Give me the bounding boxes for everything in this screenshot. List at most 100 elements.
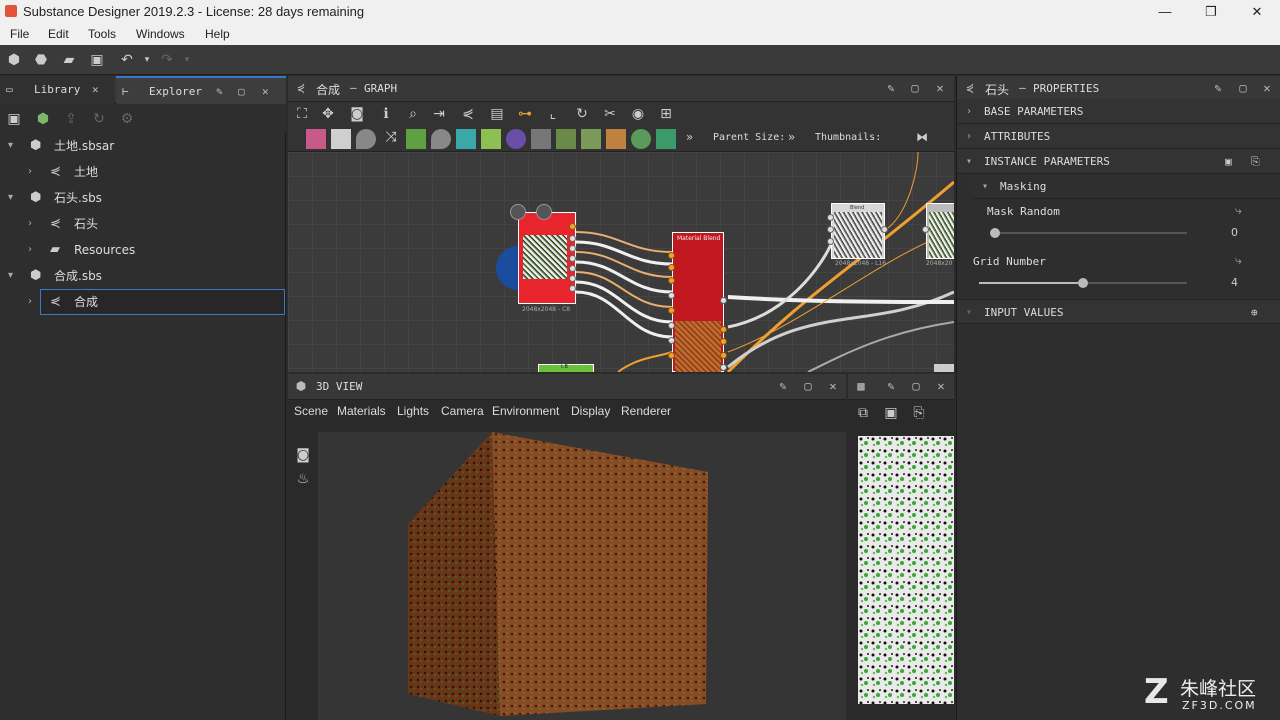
publish-icon[interactable]: ⬢ — [34, 110, 52, 128]
maximize-icon[interactable]: ▢ — [801, 379, 815, 393]
frame-icon[interactable]: ⧉ — [854, 404, 872, 422]
search-icon[interactable]: ⌕ — [404, 105, 422, 123]
settings-icon[interactable]: ⚙ — [118, 110, 136, 128]
undo-dropdown-icon[interactable]: ▾ — [138, 51, 156, 69]
output-port[interactable] — [569, 275, 576, 282]
value-processor-icon[interactable] — [606, 129, 626, 149]
menu-tools[interactable]: Tools — [88, 27, 116, 41]
close-icon[interactable]: ✕ — [933, 81, 947, 95]
green-node[interactable]: t.B — [538, 364, 594, 372]
param-value[interactable]: 0 — [1231, 226, 1238, 239]
curve-icon[interactable] — [506, 129, 526, 149]
parent-size-more-icon[interactable]: » — [788, 130, 795, 144]
chevron-right-icon[interactable]: › — [28, 211, 32, 237]
output-port[interactable] — [569, 235, 576, 242]
connector-icon[interactable]: ⌞ — [544, 105, 562, 123]
chevron-down-icon[interactable]: ▾ — [966, 149, 972, 174]
camera-icon[interactable]: ◙ — [294, 446, 312, 464]
redo-icon[interactable]: ↷ — [158, 51, 176, 69]
output-node[interactable] — [926, 203, 954, 259]
pin-icon[interactable]: ✎ — [884, 379, 898, 393]
3d-menu-renderer[interactable]: Renderer — [621, 404, 671, 418]
output-port[interactable] — [720, 297, 727, 304]
light-bulb-icon[interactable]: ♨ — [294, 470, 312, 488]
tree-item-package[interactable]: ▾ ⬢ 合成.sbs — [0, 263, 286, 289]
section-instance-parameters[interactable]: ▾ INSTANCE PARAMETERS ▣ ⎘ — [957, 149, 1280, 174]
new-graph-icon[interactable]: ⬣ — [32, 51, 50, 69]
section-input-values[interactable]: ▾ INPUT VALUES ⊕ — [957, 299, 1280, 324]
chevron-right-icon[interactable]: › — [966, 124, 972, 149]
tree-item-package[interactable]: ▾ ⬢ 石头.sbs — [0, 185, 286, 211]
tree-item-graph[interactable]: › ⋞ 土地 — [0, 159, 286, 185]
chevron-right-icon[interactable]: › — [28, 289, 32, 315]
input-port[interactable] — [668, 264, 675, 271]
tree-item-graph-selected[interactable]: › ⋞ 合成 — [0, 289, 286, 315]
tab-explorer[interactable]: ⊢ Explorer ✎ ▢ ✕ — [116, 76, 286, 104]
close-icon[interactable]: ✕ — [826, 379, 840, 393]
tree-item-graph[interactable]: › ⋞ 石头 — [0, 211, 286, 237]
copy-icon[interactable]: ⎘ — [910, 404, 928, 422]
input-port[interactable] — [827, 214, 834, 221]
output-port[interactable] — [720, 352, 727, 359]
group-masking[interactable]: ▾ Masking — [973, 174, 1280, 199]
slider-knob[interactable] — [990, 228, 1000, 238]
link-icon[interactable]: ⊶ — [516, 105, 534, 123]
fit-icon[interactable]: ✥ — [319, 105, 337, 123]
pin-icon[interactable]: ✎ — [1211, 81, 1225, 95]
output-port[interactable] — [569, 255, 576, 262]
chevron-down-icon[interactable]: ▾ — [8, 263, 13, 289]
transform-icon[interactable] — [456, 129, 476, 149]
bitmap-node-icon[interactable] — [306, 129, 326, 149]
layout-icon[interactable]: ⋞ — [459, 105, 477, 123]
node-option-icon[interactable] — [510, 204, 526, 220]
input-port[interactable] — [668, 252, 675, 259]
close-icon[interactable]: ✕ — [934, 379, 948, 393]
tab-library[interactable]: ▭ Library ✕ — [0, 76, 114, 104]
output-port[interactable] — [569, 223, 576, 230]
menu-windows[interactable]: Windows — [136, 27, 185, 41]
maximize-icon[interactable]: ▢ — [238, 78, 245, 106]
pin-icon[interactable]: ✎ — [884, 81, 898, 95]
tree-item-package[interactable]: ▾ ⬢ 土地.sbsar — [0, 133, 286, 159]
source-node[interactable] — [518, 212, 576, 304]
info-icon[interactable]: ℹ — [377, 105, 395, 123]
pin-icon[interactable]: ✎ — [216, 78, 223, 106]
node-option-icon[interactable] — [536, 204, 552, 220]
section-base-parameters[interactable]: › BASE PARAMETERS — [957, 99, 1280, 124]
maximize-icon[interactable]: ▢ — [1236, 81, 1250, 95]
fx-map-icon[interactable] — [556, 129, 576, 149]
reload-icon[interactable]: ↻ — [90, 110, 108, 128]
input-port[interactable] — [668, 337, 675, 344]
preview-icon[interactable]: ◉ — [629, 105, 647, 123]
chevron-down-icon[interactable]: ▾ — [966, 300, 972, 325]
menu-file[interactable]: File — [10, 27, 29, 41]
input-port[interactable] — [827, 238, 834, 245]
camera-icon[interactable]: ◙ — [348, 105, 366, 123]
output-port[interactable] — [720, 326, 727, 333]
chevron-down-icon[interactable]: ▾ — [982, 174, 988, 199]
close-icon[interactable]: ✕ — [1260, 81, 1274, 95]
section-attributes[interactable]: › ATTRIBUTES — [957, 124, 1280, 149]
close-window-button[interactable]: ✕ — [1234, 0, 1280, 23]
blend-node[interactable]: Blend — [831, 203, 885, 259]
copy-icon[interactable]: ⎘ — [1251, 149, 1260, 174]
input-port[interactable] — [668, 292, 675, 299]
output-port[interactable] — [569, 265, 576, 272]
open-icon[interactable]: ▰ — [60, 51, 78, 69]
3d-menu-camera[interactable]: Camera — [441, 404, 484, 418]
levels-icon[interactable] — [406, 129, 426, 149]
input-port[interactable] — [668, 307, 675, 314]
more-icon[interactable]: » — [686, 130, 693, 144]
input-port[interactable] — [922, 226, 929, 233]
undo-icon[interactable]: ↶ — [118, 51, 136, 69]
grid-icon[interactable]: ⊞ — [657, 105, 675, 123]
output-port[interactable] — [569, 285, 576, 292]
shuffle-icon[interactable]: ⤨ — [381, 129, 401, 149]
chevron-right-icon[interactable]: › — [28, 237, 32, 263]
new-package-icon[interactable]: ⬢ — [5, 51, 23, 69]
tile-icon[interactable] — [531, 129, 551, 149]
input-port[interactable] — [668, 352, 675, 359]
3d-menu-scene[interactable]: Scene — [294, 404, 328, 418]
3d-menu-environment[interactable]: Environment — [492, 404, 559, 418]
input-port[interactable] — [668, 277, 675, 284]
